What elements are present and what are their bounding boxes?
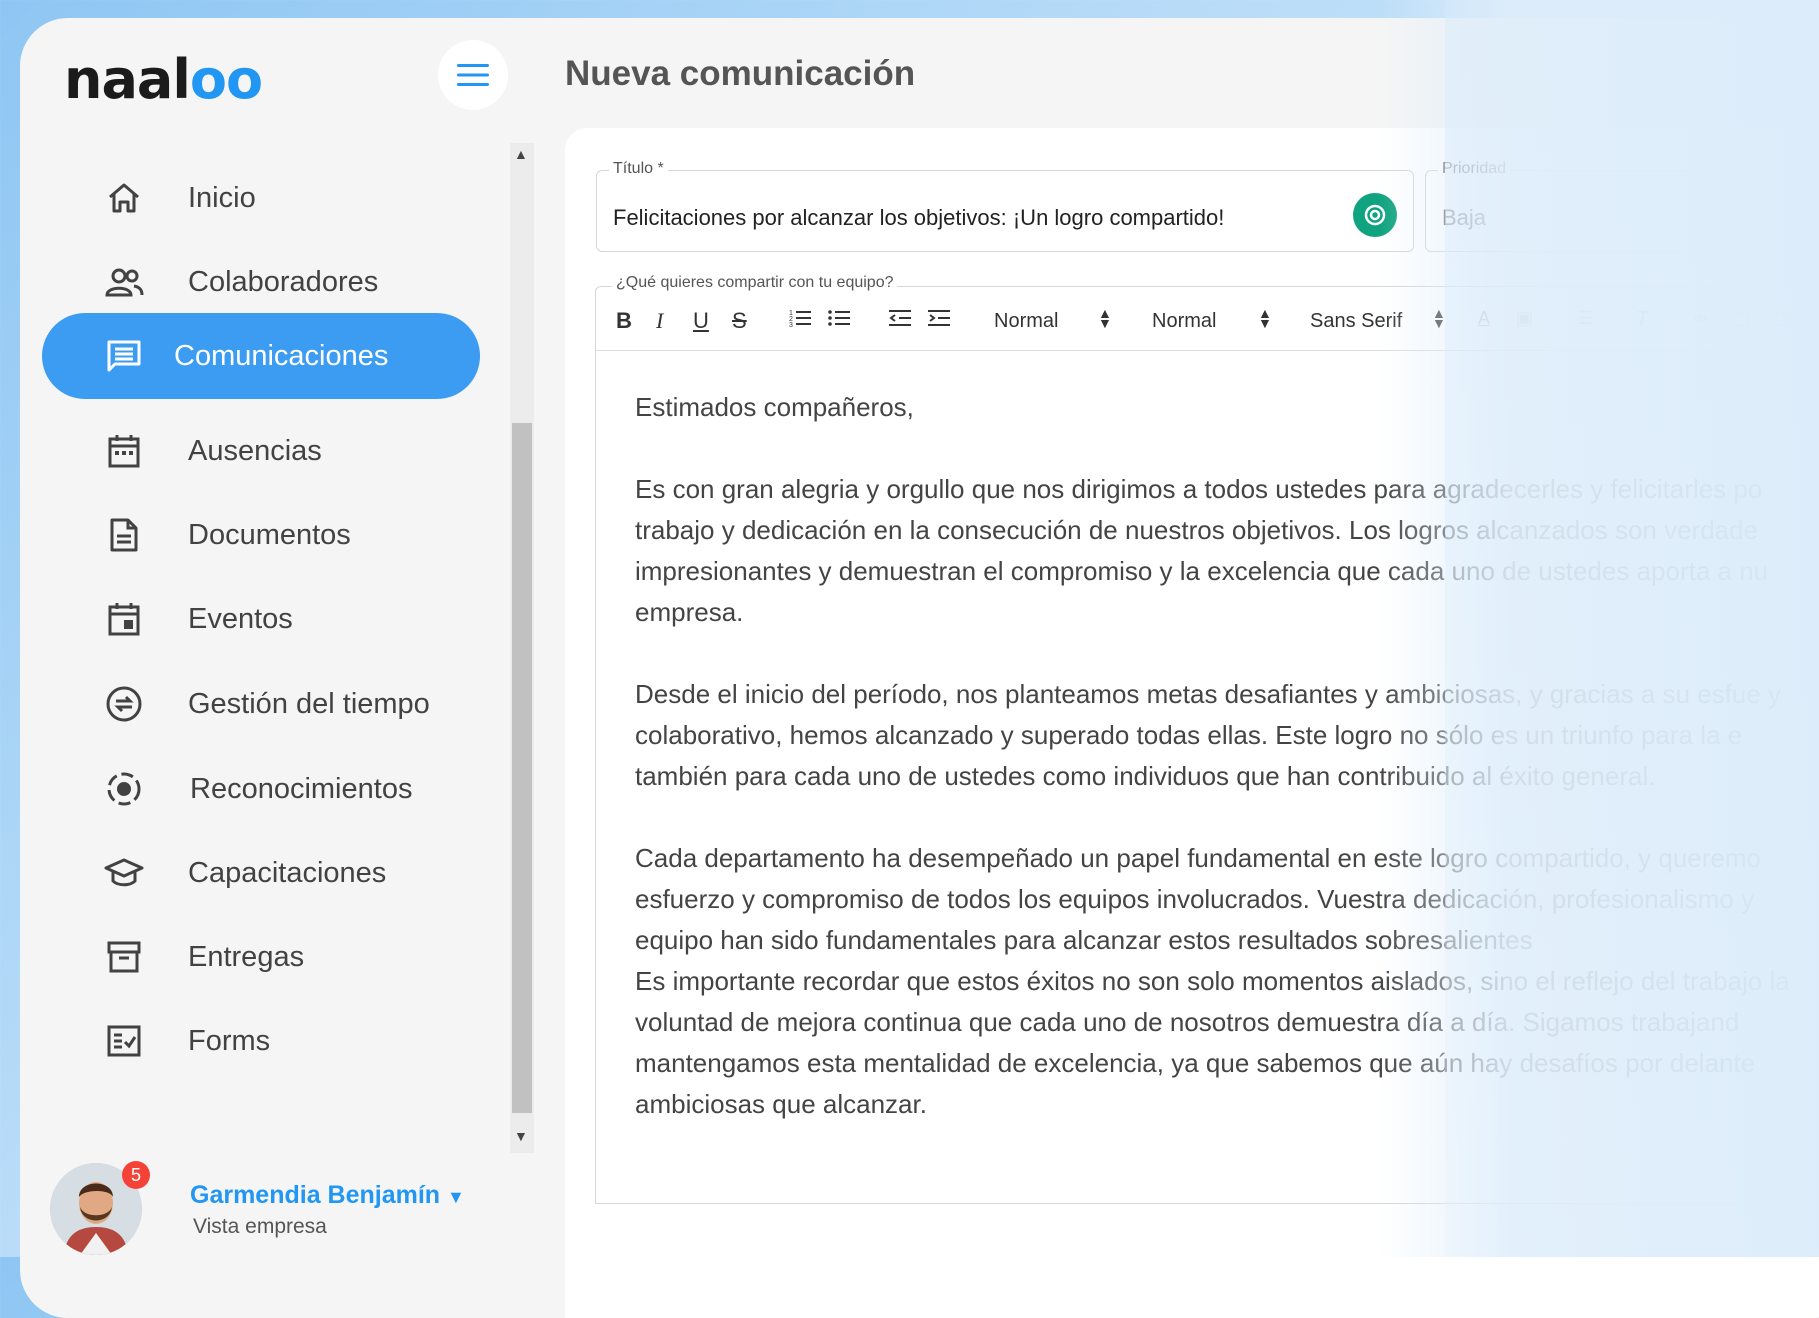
page-title: Nueva comunicación bbox=[565, 54, 916, 93]
menu-toggle-button[interactable] bbox=[438, 40, 508, 110]
event-icon bbox=[104, 599, 144, 639]
sidebar-scroll-thumb[interactable] bbox=[512, 423, 532, 1113]
sidebar-item-ausencias[interactable]: Ausencias bbox=[42, 408, 480, 494]
outdent-icon[interactable] bbox=[889, 308, 911, 334]
indent-icon[interactable] bbox=[928, 308, 950, 334]
clear-format-icon[interactable]: T bbox=[1636, 308, 1648, 331]
svg-text:3: 3 bbox=[789, 322, 793, 328]
editor-label: ¿Qué quieres compartir con tu equipo? bbox=[612, 274, 898, 292]
sidebar-item-label: Capacitaciones bbox=[188, 856, 387, 889]
sidebar-item-label: Eventos bbox=[188, 602, 293, 635]
video-icon[interactable]: ▢ bbox=[1774, 308, 1791, 329]
priority-select[interactable]: Baja bbox=[1442, 205, 1486, 231]
scroll-up-arrow-icon[interactable]: ▲ bbox=[514, 146, 528, 162]
heading-select[interactable]: Normal bbox=[994, 310, 1058, 333]
document-icon bbox=[104, 515, 144, 555]
home-icon bbox=[104, 178, 144, 218]
naaloo-logo[interactable]: naaloo bbox=[64, 48, 263, 111]
sidebar-item-inicio[interactable]: Inicio bbox=[42, 155, 480, 241]
logo-text: naal bbox=[64, 48, 191, 111]
align-icon[interactable]: ☰ bbox=[1578, 308, 1594, 329]
select-arrows-icon: ▲ ▼ bbox=[1258, 305, 1272, 331]
sidebar-item-reconocimientos[interactable]: Reconocimientos bbox=[42, 746, 480, 832]
image-icon[interactable]: ▢ bbox=[1734, 308, 1751, 329]
message-icon bbox=[104, 336, 144, 376]
sidebar-item-label: Documentos bbox=[188, 518, 351, 551]
sidebar-item-entregas[interactable]: Entregas bbox=[42, 914, 480, 1000]
sidebar-item-label: Forms bbox=[188, 1024, 271, 1057]
priority-field[interactable]: Prioridad Baja bbox=[1425, 160, 1819, 252]
underline-button[interactable]: U bbox=[693, 308, 709, 334]
sidebar-item-capacitaciones[interactable]: Capacitaciones bbox=[42, 830, 480, 916]
link-icon[interactable]: ∞ bbox=[1694, 308, 1707, 329]
user-name[interactable]: Garmendia Benjamín ▼ bbox=[190, 1181, 465, 1210]
editor-paragraph: Es importante recordar que estos éxitos … bbox=[635, 966, 1790, 1119]
title-field[interactable]: Título * Felicitaciones por alcanzar los… bbox=[596, 160, 1414, 252]
user-role: Vista empresa bbox=[193, 1215, 327, 1238]
sidebar-item-forms[interactable]: Forms bbox=[42, 998, 480, 1084]
strike-button[interactable]: S bbox=[732, 308, 747, 334]
sidebar-item-label: Gestión del tiempo bbox=[188, 687, 430, 720]
sidebar-item-label: Reconocimientos bbox=[190, 772, 413, 805]
sidebar-item-documentos[interactable]: Documentos bbox=[42, 492, 480, 578]
notification-badge: 5 bbox=[122, 1161, 150, 1189]
people-icon bbox=[104, 262, 144, 302]
hamburger-icon bbox=[457, 64, 489, 86]
sidebar-item-label: Entregas bbox=[188, 940, 305, 973]
sidebar-item-label: Ausencias bbox=[188, 434, 322, 467]
archive-icon bbox=[104, 937, 144, 977]
editor-paragraph: Desde el inicio del período, nos plantea… bbox=[635, 679, 1782, 791]
ai-icon bbox=[1364, 204, 1386, 226]
chevron-down-icon[interactable]: ▼ bbox=[447, 1187, 465, 1207]
sidebar-item-gestion-del-tiempo[interactable]: Gestión del tiempo bbox=[42, 661, 480, 747]
title-label: Título * bbox=[609, 160, 668, 178]
sidebar-item-label: Comunicaciones bbox=[174, 339, 389, 372]
logo-accent: oo bbox=[189, 48, 263, 111]
editor-paragraph: Estimados compañeros, bbox=[635, 392, 914, 422]
ordered-list-icon[interactable]: 123 bbox=[789, 308, 811, 334]
editor-paragraph: Cada departamento ha desempeñado un pape… bbox=[635, 843, 1761, 955]
size-select[interactable]: Normal bbox=[1152, 310, 1216, 333]
italic-button[interactable]: I bbox=[656, 308, 663, 334]
title-input[interactable]: Felicitaciones por alcanzar los objetivo… bbox=[613, 205, 1224, 231]
font-select[interactable]: Sans Serif bbox=[1310, 310, 1402, 333]
recognition-icon bbox=[104, 769, 144, 809]
editor-paragraph: Es con gran alegria y orgullo que nos di… bbox=[635, 474, 1769, 627]
scroll-down-arrow-icon[interactable]: ▼ bbox=[514, 1128, 528, 1144]
text-color-icon[interactable]: A bbox=[1478, 308, 1490, 329]
select-arrows-icon: ▲ ▼ bbox=[1432, 305, 1446, 331]
sidebar-item-eventos[interactable]: Eventos bbox=[42, 576, 480, 662]
form-icon bbox=[104, 1021, 144, 1061]
bullet-list-icon[interactable] bbox=[828, 308, 850, 334]
school-icon bbox=[104, 853, 144, 893]
ai-generate-button[interactable] bbox=[1353, 193, 1397, 237]
user-name-text: Garmendia Benjamín bbox=[190, 1181, 441, 1209]
time-icon bbox=[104, 684, 144, 724]
sidebar-item-label: Colaboradores bbox=[188, 265, 379, 298]
sidebar-item-label: Inicio bbox=[188, 181, 256, 214]
sidebar-item-comunicaciones[interactable]: Comunicaciones bbox=[42, 313, 480, 399]
editor-toolbar: B I U S 123 Normal ▲ ▼ Normal ▲ ▼ Sans Ser… bbox=[596, 300, 1816, 350]
select-arrows-icon: ▲ ▼ bbox=[1098, 305, 1112, 331]
editor-content[interactable]: Estimados compañeros, Es con gran alegri… bbox=[635, 387, 1819, 1125]
background-color-icon[interactable]: ▣ bbox=[1516, 308, 1533, 329]
priority-label: Prioridad bbox=[1438, 160, 1511, 178]
calendar-icon bbox=[104, 431, 144, 471]
bold-button[interactable]: B bbox=[616, 308, 632, 334]
